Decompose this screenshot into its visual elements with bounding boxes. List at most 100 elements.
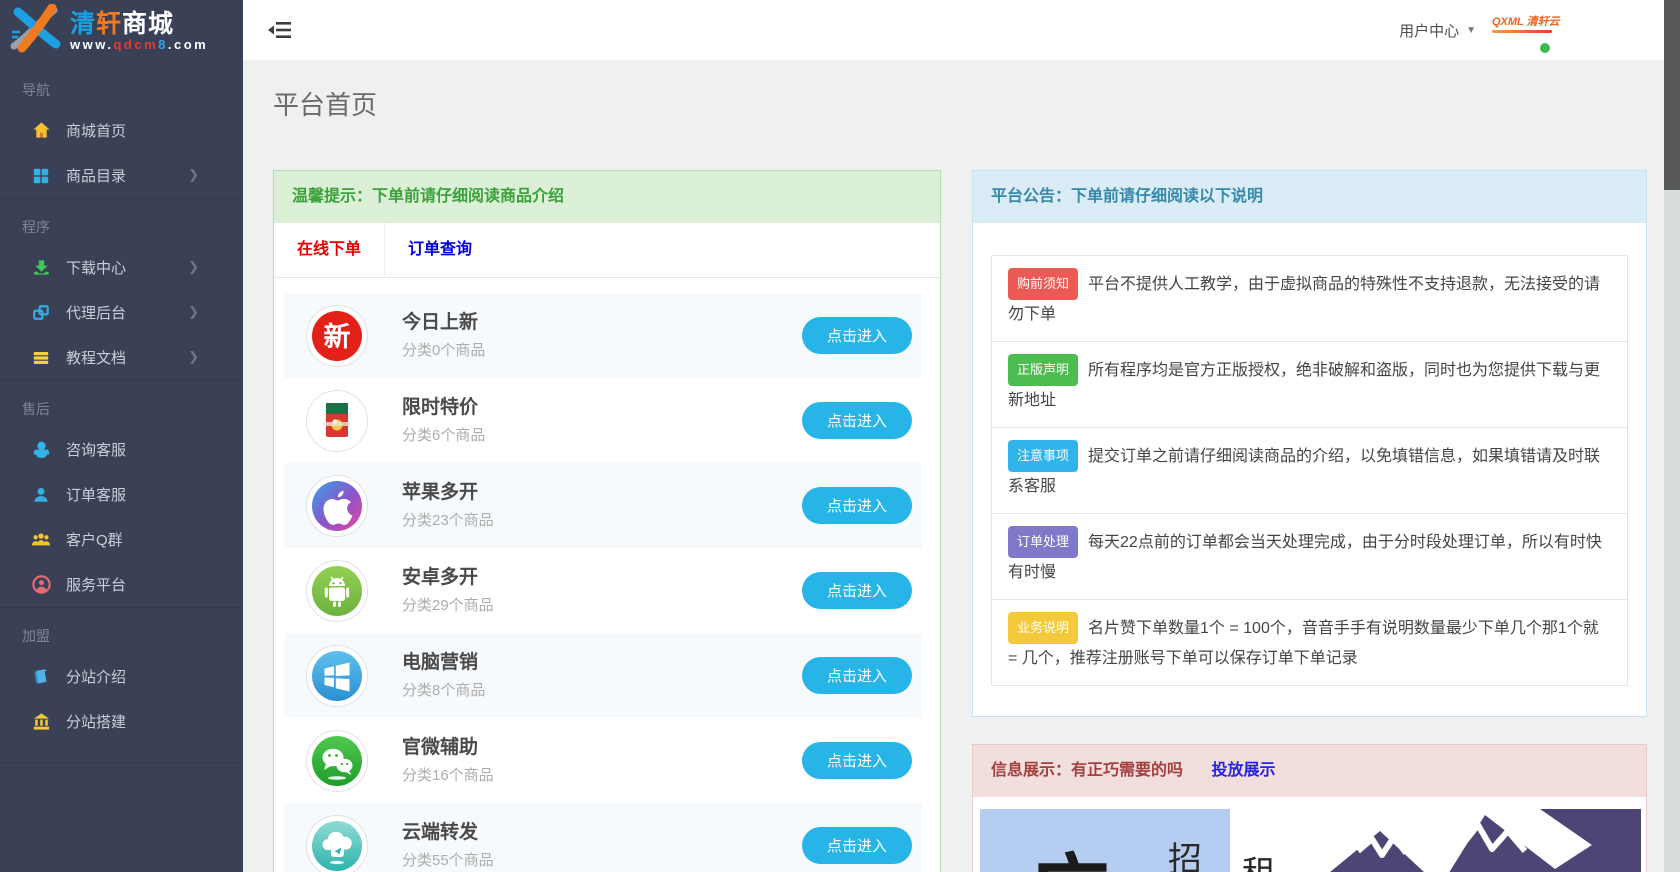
- sidebar-item-download-center[interactable]: 下载中心❯: [0, 245, 243, 290]
- topbar-right: 用户中心 ▼ QXML 清轩云: [1399, 0, 1552, 60]
- notice-row-business-description: 业务说明名片赞下单数量1个 = 100个，音音手手有说明数量最少下单几个那1个就…: [992, 600, 1627, 685]
- category-name: 苹果多开: [402, 481, 802, 505]
- enter-button-wechat-assist[interactable]: 点击进入: [802, 742, 912, 779]
- sidebar-item-label: 商品目录: [66, 165, 188, 186]
- brand-url-part: .com: [168, 37, 208, 52]
- user-center-menu[interactable]: 用户中心: [1399, 20, 1459, 41]
- enter-button-today-new[interactable]: 点击进入: [802, 317, 912, 354]
- enter-button-android-multi[interactable]: 点击进入: [802, 572, 912, 609]
- download-icon: [31, 258, 51, 278]
- apple-icon: [306, 475, 368, 537]
- svg-text:招: 招: [1168, 841, 1202, 872]
- sidebar-section: 加盟分站介绍分站搭建: [0, 607, 243, 744]
- sidebar-item-label: 分站搭建: [66, 711, 243, 732]
- squares-icon: [31, 303, 51, 323]
- windows-icon: [306, 645, 368, 707]
- android-icon: [306, 560, 368, 622]
- notice-badge-order-processing: 订单处理: [1008, 526, 1078, 558]
- svg-text:新: 新: [324, 321, 351, 352]
- notice-list: 购前须知平台不提供人工教学，由于虚拟商品的特殊性不支持退款，无法接受的请勿下单正…: [991, 255, 1628, 686]
- ad-banner[interactable]: 广 告 招 租: [973, 797, 1646, 872]
- notice-badge-purchase-notice: 购前须知: [1008, 268, 1078, 300]
- brand-url-part: 8: [158, 37, 168, 52]
- ad-placement-link[interactable]: 投放展示: [1211, 762, 1275, 779]
- sidebar-item-product-catalog[interactable]: 商品目录❯: [0, 153, 243, 198]
- enter-button-cloud-forward[interactable]: 点击进入: [802, 827, 912, 864]
- sidebar-section-label: 导航: [0, 62, 243, 108]
- category-text: 限时特价分类6个商品: [402, 396, 802, 445]
- sale-poster-icon: [306, 390, 368, 452]
- sidebar-item-branch-intro[interactable]: 分站介绍: [0, 654, 243, 699]
- sidebar-item-order-support[interactable]: 订单客服: [0, 472, 243, 517]
- category-count: 分类0个商品: [402, 339, 802, 360]
- notice-text: 提交订单之前请仔细阅读商品的介绍，以免填错信息，如果填错请及时联系客服: [1008, 448, 1600, 495]
- tips-tabbar: 在线下单订单查询: [274, 223, 940, 278]
- sidebar-section-label: 加盟: [0, 608, 243, 654]
- chevron-right-icon: ❯: [188, 260, 199, 275]
- cloud-brand-text: QXML 清轩云: [1492, 13, 1552, 29]
- notice-text: 名片赞下单数量1个 = 100个，音音手手有说明数量最少下单几个那1个就 = 几…: [1008, 620, 1599, 667]
- enter-button-pc-marketing[interactable]: 点击进入: [802, 657, 912, 694]
- notice-badge-business-description: 业务说明: [1008, 612, 1078, 644]
- notice-text: 所有程序均是官方正版授权，绝非破解和盗版，同时也为您提供下载与更新地址: [1008, 362, 1600, 409]
- notice-panel-title: 平台公告：下单前请仔细阅读以下说明: [973, 171, 1646, 223]
- category-text: 云端转发分类55个商品: [402, 821, 802, 870]
- sidebar-item-label: 代理后台: [66, 302, 188, 323]
- sidebar-section-label: 售后: [0, 381, 243, 427]
- bank-icon: [31, 712, 51, 732]
- right-column: 平台公告：下单前请仔细阅读以下说明 购前须知平台不提供人工教学，由于虚拟商品的特…: [972, 170, 1647, 872]
- tips-panel: 温馨提示：下单前请仔细阅读商品介绍 在线下单订单查询 新今日上新分类0个商品点击…: [273, 170, 941, 872]
- info-panel-header: 信息展示：有正巧需要的吗 投放展示: [973, 745, 1646, 797]
- category-count: 分类6个商品: [402, 424, 802, 445]
- category-name: 安卓多开: [402, 566, 802, 590]
- svg-text:广: 广: [1028, 848, 1110, 872]
- sidebar-item-label: 商城首页: [66, 120, 243, 141]
- sidebar-item-agent-backend[interactable]: 代理后台❯: [0, 290, 243, 335]
- cloud-brand-badge[interactable]: QXML 清轩云: [1492, 13, 1552, 47]
- sidebar-toggle-icon[interactable]: [268, 20, 294, 40]
- tab-online-order[interactable]: 在线下单: [274, 223, 385, 277]
- sidebar-item-label: 下载中心: [66, 257, 188, 278]
- category-text: 安卓多开分类29个商品: [402, 566, 802, 615]
- sidebar-item-consult-support[interactable]: 咨询客服: [0, 427, 243, 472]
- sidebar-item-label: 分站介绍: [66, 666, 243, 687]
- sidebar-item-branch-setup[interactable]: 分站搭建: [0, 699, 243, 744]
- sidebar-item-customer-qq-group[interactable]: 客户Q群: [0, 517, 243, 562]
- home-icon: [31, 121, 51, 141]
- chevron-down-icon[interactable]: ▼: [1466, 25, 1476, 36]
- sidebar-item-label: 咨询客服: [66, 439, 243, 460]
- category-count: 分类8个商品: [402, 679, 802, 700]
- page-title: 平台首页: [273, 85, 1664, 122]
- page-scrollbar-thumb[interactable]: [1664, 0, 1680, 190]
- category-count: 分类16个商品: [402, 764, 802, 785]
- tab-order-query[interactable]: 订单查询: [385, 223, 495, 277]
- info-panel: 信息展示：有正巧需要的吗 投放展示: [972, 744, 1647, 872]
- brand-title-part: 轩: [96, 10, 122, 38]
- cloud-brand-swoosh: [1492, 30, 1552, 33]
- enter-button-apple-multi[interactable]: 点击进入: [802, 487, 912, 524]
- cloud-icon: [306, 815, 368, 872]
- category-count: 分类23个商品: [402, 509, 802, 530]
- category-row-android-multi: 安卓多开分类29个商品点击进入: [284, 548, 922, 633]
- sidebar-item-tutorial-docs[interactable]: 教程文档❯: [0, 335, 243, 380]
- notice-row-genuine-statement: 正版声明所有程序均是官方正版授权，绝非破解和盗版，同时也为您提供下载与更新地址: [992, 342, 1627, 428]
- brand-title-part: 清: [70, 10, 96, 38]
- new-badge-icon: 新: [306, 305, 368, 367]
- category-text: 今日上新分类0个商品: [402, 311, 802, 360]
- category-count: 分类55个商品: [402, 849, 802, 870]
- category-row-limited-sale: 限时特价分类6个商品点击进入: [284, 378, 922, 463]
- page-scrollbar[interactable]: [1664, 0, 1680, 872]
- chevron-right-icon: ❯: [188, 305, 199, 320]
- sidebar-section-label: 程序: [0, 199, 243, 245]
- online-status-dot: [1540, 43, 1550, 53]
- category-row-wechat-assist: 官微辅助分类16个商品点击进入: [284, 718, 922, 803]
- brand-logo[interactable]: 清轩商城 www.qdcm8.com: [0, 0, 243, 62]
- grid-icon: [31, 166, 51, 186]
- book-icon: [31, 667, 51, 687]
- sidebar-item-shop-home[interactable]: 商城首页: [0, 108, 243, 153]
- sidebar-item-service-platform[interactable]: 服务平台: [0, 562, 243, 607]
- brand-text: 清轩商城 www.qdcm8.com: [70, 11, 208, 52]
- brand-url-part: qdcm: [113, 37, 158, 52]
- enter-button-limited-sale[interactable]: 点击进入: [802, 402, 912, 439]
- svg-text:租: 租: [1242, 856, 1276, 872]
